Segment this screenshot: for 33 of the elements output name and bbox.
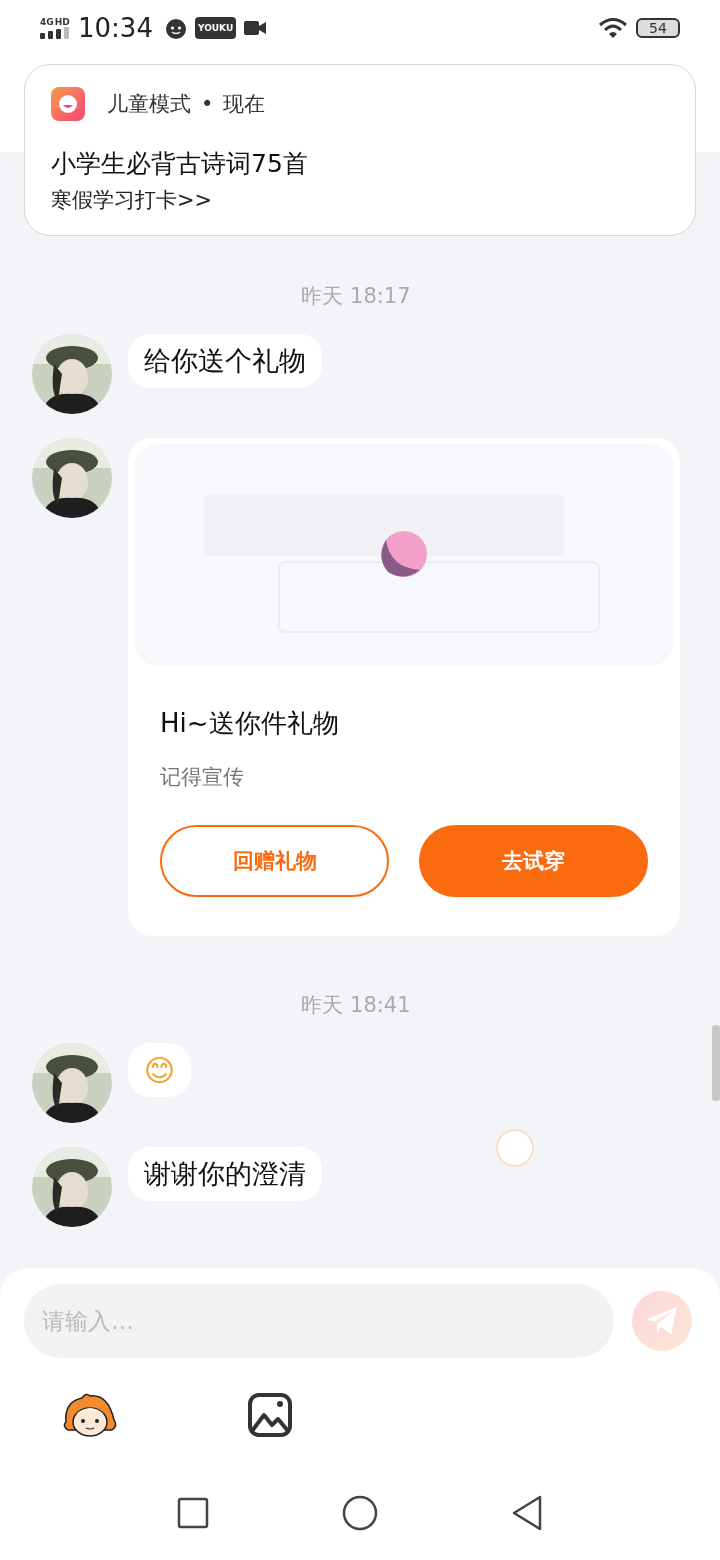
- message-bubble: 给你送个礼物: [128, 334, 322, 388]
- notification-card[interactable]: 儿童模式 • 现在 小学生必背古诗词75首 寒假学习打卡>>: [24, 64, 696, 236]
- message-bubble: 谢谢你的澄清: [128, 1147, 322, 1201]
- notification-time: 现在: [223, 91, 266, 118]
- face-icon: [164, 17, 187, 39]
- back-icon[interactable]: [511, 1495, 544, 1531]
- try-on-button[interactable]: 去试穿: [419, 825, 648, 897]
- clock: 10:34: [78, 13, 153, 43]
- mascot-icon[interactable]: [62, 1392, 118, 1438]
- paper-plane-icon: [645, 1306, 679, 1336]
- home-icon[interactable]: [342, 1495, 378, 1531]
- recent-apps-icon[interactable]: [176, 1497, 209, 1529]
- app-badge: YOUKU: [194, 17, 237, 39]
- app-icon: [51, 87, 85, 121]
- network-standard-label: HD: [54, 17, 70, 27]
- wifi-icon: [598, 17, 628, 39]
- gift-title: Hi~送你件礼物: [160, 707, 340, 740]
- return-gift-button[interactable]: 回赠礼物: [160, 825, 389, 897]
- video-camera-icon: [244, 20, 267, 36]
- message-time: 昨天 18:17: [301, 283, 411, 310]
- separator-dot: •: [201, 92, 214, 116]
- notification-app-name: 儿童模式: [107, 91, 191, 118]
- message-time: 昨天 18:41: [301, 992, 411, 1019]
- notification-body: 寒假学习打卡>>: [51, 187, 214, 214]
- gift-subtitle: 记得宣传: [160, 764, 245, 791]
- image-icon[interactable]: [248, 1393, 292, 1437]
- network-type: 4G: [40, 17, 54, 27]
- notification-title: 小学生必背古诗词75首: [51, 148, 309, 180]
- loading-indicator: [495, 1128, 535, 1168]
- battery-level: 54: [636, 18, 680, 38]
- signal-icon: [40, 26, 70, 39]
- scrollbar-icon: [712, 1025, 720, 1101]
- emoji-bubble: 😊: [128, 1043, 192, 1097]
